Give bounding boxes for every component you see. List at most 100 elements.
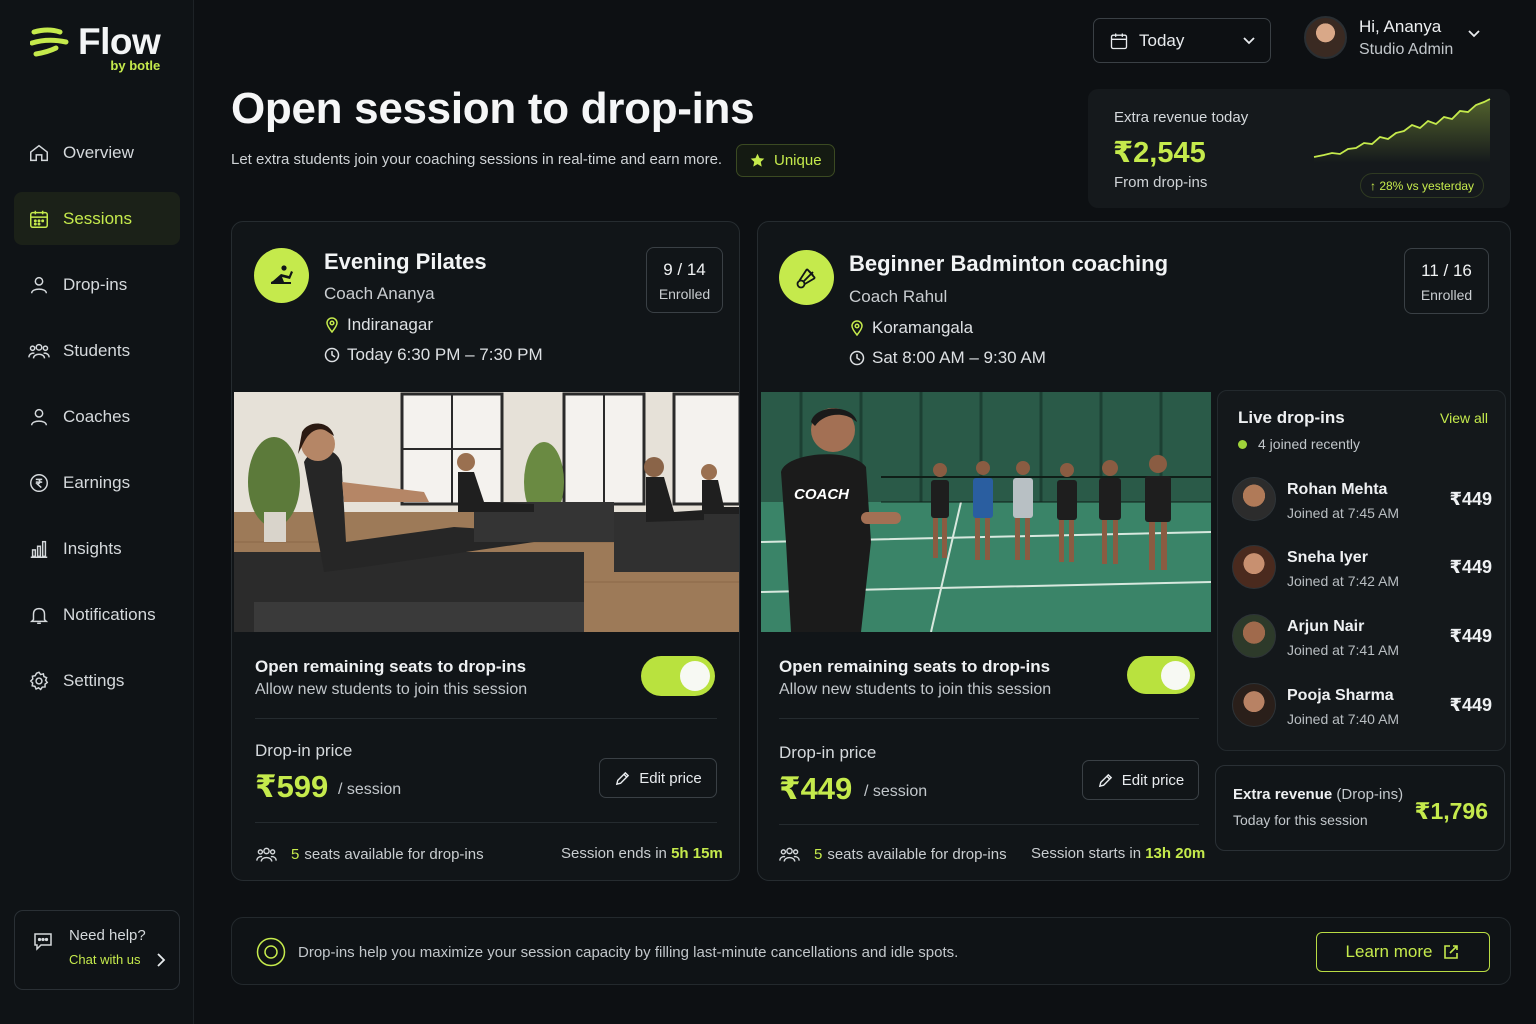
divider xyxy=(779,718,1199,719)
bell-icon xyxy=(29,607,49,624)
enrolled-count: 9 / 14 xyxy=(663,260,706,279)
sidebar-item-coaches[interactable]: Coaches xyxy=(14,390,180,443)
drop-in-name: Rohan Mehta xyxy=(1287,481,1388,498)
sidebar-item-notifications[interactable]: Notifications xyxy=(14,588,180,641)
drop-in-time: Joined at 7:40 AM xyxy=(1287,711,1400,727)
extra-revenue-title-rest: (Drop-ins) xyxy=(1336,786,1404,803)
avatar xyxy=(1232,683,1276,727)
price-label: Drop-in price xyxy=(255,741,353,760)
avatar xyxy=(1232,614,1276,658)
divider xyxy=(255,718,717,719)
badminton-class-photo: COACH xyxy=(761,392,1211,632)
session-location: Indiranagar xyxy=(324,315,433,335)
revenue-card: Extra revenue today ₹2,545 From drop-ins… xyxy=(1088,89,1510,208)
learn-more-button[interactable]: Learn more xyxy=(1316,932,1490,972)
avatar xyxy=(1232,477,1276,521)
users-icon xyxy=(28,343,50,359)
enrolled-label: Enrolled xyxy=(1420,287,1473,303)
live-status-text: 4 joined recently xyxy=(1258,436,1360,452)
edit-price-button[interactable]: Edit price xyxy=(599,758,717,798)
drop-in-toggle[interactable] xyxy=(1127,656,1195,694)
price-unit: / session xyxy=(338,781,402,798)
list-item[interactable]: Pooja Sharma Joined at 7:40 AM ₹449 xyxy=(1232,683,1492,731)
avatar xyxy=(1304,16,1347,59)
map-pin-icon xyxy=(326,317,338,333)
page-title: Open session to drop-ins xyxy=(231,84,755,133)
brand-logo[interactable]: Flow by botle xyxy=(30,22,161,73)
info-text: Drop-ins help you maximize your session … xyxy=(298,944,959,961)
list-item[interactable]: Sneha Iyer Joined at 7:42 AM ₹449 xyxy=(1232,545,1492,593)
rupee-circle-icon xyxy=(30,473,48,492)
session-title: Evening Pilates xyxy=(324,249,487,274)
help-card[interactable]: Need help? Chat with us xyxy=(14,910,180,990)
revenue-from: From drop-ins xyxy=(1114,174,1208,191)
gear-icon xyxy=(29,670,49,690)
countdown-label: Session starts in xyxy=(1031,845,1142,862)
session-card: Evening Pilates Coach Ananya Indiranagar… xyxy=(231,221,740,881)
star-icon xyxy=(750,153,765,167)
session-time: Today 6:30 PM – 7:30 PM xyxy=(324,345,543,365)
drop-in-toggle[interactable] xyxy=(641,656,715,696)
sidebar-item-sessions[interactable]: Sessions xyxy=(14,192,180,245)
sidebar-item-drop-ins[interactable]: Drop-ins xyxy=(14,258,180,311)
sidebar-item-label: Students xyxy=(63,340,131,360)
time-text: Today 6:30 PM – 7:30 PM xyxy=(347,345,543,364)
date-select-value: Today xyxy=(1139,30,1185,50)
sidebar-item-overview[interactable]: Overview xyxy=(14,126,180,179)
list-item[interactable]: Arjun Nair Joined at 7:41 AM ₹449 xyxy=(1232,614,1492,662)
sidebar-item-students[interactable]: Students xyxy=(14,324,180,377)
user-icon xyxy=(30,276,48,293)
price-value: ₹449 xyxy=(779,771,853,806)
avatar xyxy=(1232,545,1276,589)
session-title: Beginner Badminton coaching xyxy=(849,251,1169,276)
sidebar-item-insights[interactable]: Insights xyxy=(14,522,180,575)
calendar-icon xyxy=(1110,33,1128,49)
drop-in-time: Joined at 7:42 AM xyxy=(1287,573,1400,589)
seats-count: 5 xyxy=(291,846,300,863)
map-pin-icon xyxy=(851,320,863,336)
drop-in-name: Arjun Nair xyxy=(1287,618,1365,635)
sidebar-item-label: Notifications xyxy=(63,604,156,624)
edit-price-label: Edit price xyxy=(639,769,702,787)
session-location: Koramangala xyxy=(849,318,973,338)
extra-revenue-sub: Today for this session xyxy=(1233,812,1368,828)
external-link-icon xyxy=(1444,945,1459,959)
price-unit: / session xyxy=(864,783,928,800)
sidebar-item-label: Earnings xyxy=(63,472,131,492)
learn-more-label: Learn more xyxy=(1345,942,1433,961)
drop-in-time: Joined at 7:45 AM xyxy=(1287,505,1400,521)
sidebar-item-settings[interactable]: Settings xyxy=(14,654,180,707)
seats-count: 5 xyxy=(814,846,823,863)
sidebar-nav: Overview Sessions Drop-ins Students Coac… xyxy=(14,126,180,720)
enrolled-label: Enrolled xyxy=(658,286,711,302)
revenue-sparkline xyxy=(1313,98,1491,163)
list-item[interactable]: Rohan Mehta Joined at 7:45 AM ₹449 xyxy=(1232,477,1492,525)
help-title: Need help? xyxy=(69,927,146,944)
shuttlecock-icon xyxy=(779,250,834,305)
sidebar-item-label: Sessions xyxy=(63,208,132,228)
sidebar-item-earnings[interactable]: Earnings xyxy=(14,456,180,509)
pilates-class-photo xyxy=(234,392,739,632)
user-menu[interactable]: Hi, Ananya Studio Admin xyxy=(1304,16,1481,59)
chevron-down-icon xyxy=(1243,37,1255,45)
toggle-subtitle: Allow new students to join this session xyxy=(255,681,528,698)
date-select[interactable]: Today xyxy=(1093,18,1271,63)
divider xyxy=(255,822,717,823)
unique-badge-label: Unique xyxy=(774,152,822,169)
pilates-icon xyxy=(254,248,309,303)
drop-in-amount: ₹449 xyxy=(1449,489,1492,509)
drop-in-name: Pooja Sharma xyxy=(1287,687,1394,704)
sidebar: Flow by botle Overview Sessions Drop-ins… xyxy=(0,0,194,1024)
location-text: Indiranagar xyxy=(347,315,434,334)
live-drop-ins-panel: Live drop-ins View all 4 joined recently… xyxy=(1217,390,1506,751)
session-countdown: Session starts in 13h 20m xyxy=(1031,845,1205,862)
info-banner: Drop-ins help you maximize your session … xyxy=(231,917,1511,985)
extra-revenue-title-bold: Extra revenue xyxy=(1233,786,1333,803)
flow-logo-icon xyxy=(30,27,69,57)
edit-price-button[interactable]: Edit price xyxy=(1082,760,1199,800)
view-all-link[interactable]: View all xyxy=(1440,410,1488,426)
session-time: Sat 8:00 AM – 9:30 AM xyxy=(849,348,1046,368)
seats-available: 5 seats available for drop-ins xyxy=(256,844,484,865)
page-subtitle: Let extra students join your coaching se… xyxy=(231,151,723,168)
countdown-value: 5h 15m xyxy=(671,845,723,862)
